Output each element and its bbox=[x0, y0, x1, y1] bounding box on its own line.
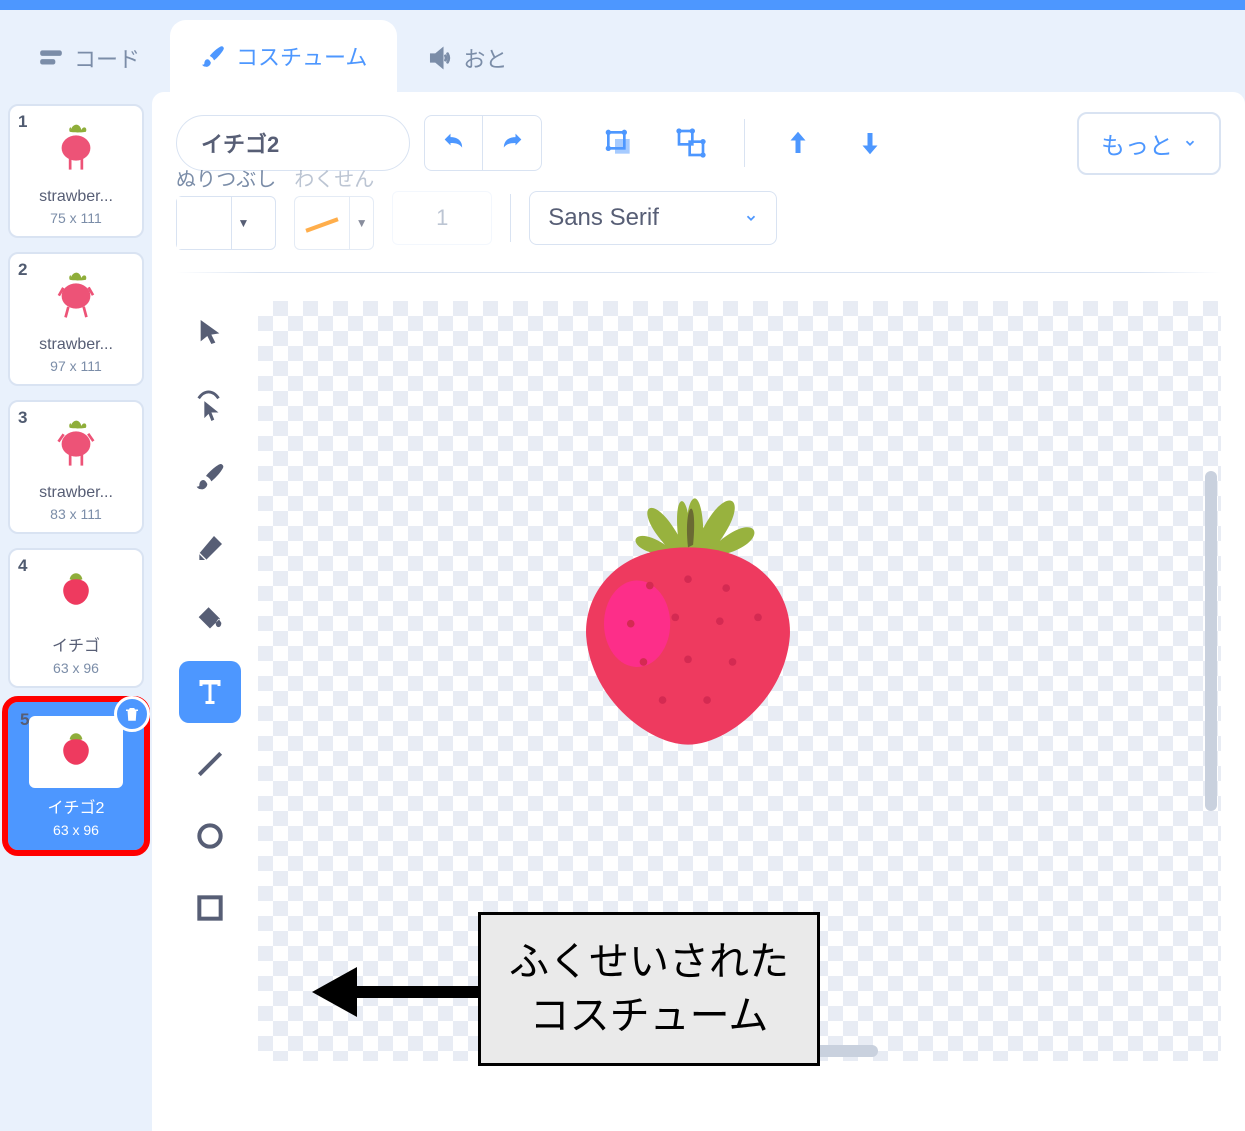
content-area: 1 strawber... 75 x 111 2 strawber... 97 … bbox=[0, 92, 1245, 1131]
font-name: Sans Serif bbox=[548, 204, 659, 232]
paintbrush-icon bbox=[194, 460, 226, 492]
costume-thumb bbox=[38, 558, 114, 626]
fill-swatch bbox=[177, 197, 231, 249]
costume-thumb bbox=[38, 262, 114, 330]
rectangle-tool[interactable] bbox=[179, 877, 241, 939]
costume-number: 5 bbox=[18, 710, 31, 730]
outline-label: わくせん bbox=[294, 163, 374, 192]
costume-item-5[interactable]: 5 イチゴ2 63 x 96 bbox=[8, 702, 144, 850]
costume-editor: もっと ぬりつぶし ▼ わくせん ▼ 1 Sa bbox=[152, 92, 1245, 1131]
redo-button[interactable] bbox=[483, 116, 541, 170]
outline-swatch bbox=[295, 197, 349, 249]
bucket-icon bbox=[193, 603, 227, 637]
costume-dims: 63 x 96 bbox=[53, 660, 99, 676]
more-button[interactable]: もっと bbox=[1077, 112, 1221, 175]
tab-costumes-label: コスチューム bbox=[236, 40, 367, 72]
tab-sounds[interactable]: おと bbox=[397, 24, 537, 92]
backward-button[interactable] bbox=[841, 115, 899, 171]
canvas-sprite bbox=[558, 471, 818, 751]
costume-name: strawber... bbox=[39, 336, 113, 354]
fill-tool[interactable] bbox=[179, 589, 241, 651]
costume-item-1[interactable]: 1 strawber... 75 x 111 bbox=[8, 104, 144, 238]
callout-line2: コスチューム bbox=[509, 989, 789, 1043]
forward-icon bbox=[783, 128, 813, 158]
chevron-down-icon bbox=[744, 211, 758, 225]
callout-line1: ふくせいされた bbox=[509, 935, 789, 989]
chevron-down-icon bbox=[1183, 136, 1197, 150]
outline-dropdown[interactable]: ▼ bbox=[349, 197, 373, 249]
delete-costume-button[interactable] bbox=[114, 696, 150, 732]
tool-palette bbox=[176, 301, 244, 1061]
brush-tool[interactable] bbox=[179, 445, 241, 507]
costume-dims: 75 x 111 bbox=[50, 210, 102, 226]
costume-list: 1 strawber... 75 x 111 2 strawber... 97 … bbox=[0, 92, 152, 1131]
costume-item-3[interactable]: 3 strawber... 83 x 111 bbox=[8, 400, 144, 534]
annotation-arrow bbox=[312, 962, 492, 1022]
fill-label: ぬりつぶし bbox=[176, 163, 276, 192]
more-label: もっと bbox=[1101, 126, 1173, 161]
code-icon bbox=[38, 45, 64, 71]
separator bbox=[744, 119, 745, 167]
fill-dropdown[interactable]: ▼ bbox=[231, 197, 255, 249]
stroke-width-input[interactable]: 1 bbox=[392, 191, 492, 245]
tab-bar: コード コスチューム おと bbox=[0, 10, 1245, 92]
sound-icon bbox=[427, 45, 453, 71]
fill-color-picker[interactable]: ▼ bbox=[176, 196, 276, 250]
text-tool[interactable] bbox=[179, 661, 241, 723]
eraser-tool[interactable] bbox=[179, 517, 241, 579]
costume-thumb bbox=[38, 114, 114, 182]
ungroup-icon bbox=[675, 127, 707, 159]
eraser-icon bbox=[194, 532, 226, 564]
font-select[interactable]: Sans Serif bbox=[529, 191, 777, 245]
line-icon bbox=[194, 748, 226, 780]
costume-item-4[interactable]: 4 イチゴ 63 x 96 bbox=[8, 548, 144, 688]
line-tool[interactable] bbox=[179, 733, 241, 795]
separator bbox=[510, 194, 511, 242]
costume-thumb bbox=[38, 410, 114, 478]
tab-sounds-label: おと bbox=[463, 42, 507, 74]
undo-icon bbox=[440, 129, 468, 157]
select-tool[interactable] bbox=[179, 301, 241, 363]
arrow-cursor-icon bbox=[194, 316, 226, 348]
tab-code-label: コード bbox=[74, 42, 140, 74]
costume-item-2[interactable]: 2 strawber... 97 x 111 bbox=[8, 252, 144, 386]
group-button[interactable] bbox=[590, 115, 648, 171]
reshape-tool[interactable] bbox=[179, 373, 241, 435]
backward-icon bbox=[855, 128, 885, 158]
costume-dims: 97 x 111 bbox=[50, 358, 102, 374]
canvas-scrollbar-vertical[interactable] bbox=[1205, 471, 1217, 811]
redo-icon bbox=[498, 129, 526, 157]
undo-redo-group bbox=[424, 115, 542, 171]
annotation-callout: ふくせいされた コスチューム bbox=[478, 912, 820, 1066]
editor-toolbar-row2: ぬりつぶし ▼ わくせん ▼ 1 Sans Serif bbox=[176, 188, 1221, 248]
tab-code[interactable]: コード bbox=[8, 24, 170, 92]
square-icon bbox=[194, 892, 226, 924]
costume-dims: 63 x 96 bbox=[53, 822, 99, 838]
costume-name: イチゴ bbox=[52, 632, 100, 656]
divider bbox=[176, 272, 1221, 273]
costume-number: 1 bbox=[18, 112, 27, 132]
costume-number: 3 bbox=[18, 408, 27, 428]
costume-dims: 83 x 111 bbox=[50, 506, 102, 522]
tab-costumes[interactable]: コスチューム bbox=[170, 20, 397, 92]
costume-number: 2 bbox=[18, 260, 27, 280]
costume-name: strawber... bbox=[39, 484, 113, 502]
group-icon bbox=[603, 127, 635, 159]
text-icon bbox=[192, 674, 228, 710]
outline-color-picker[interactable]: ▼ bbox=[294, 196, 374, 250]
costume-number: 4 bbox=[18, 556, 27, 576]
ungroup-button[interactable] bbox=[662, 115, 720, 171]
trash-icon bbox=[123, 705, 141, 723]
circle-tool[interactable] bbox=[179, 805, 241, 867]
reshape-icon bbox=[193, 387, 227, 421]
undo-button[interactable] bbox=[425, 116, 483, 170]
app-topbar bbox=[0, 0, 1245, 10]
brush-icon bbox=[200, 43, 226, 69]
circle-icon bbox=[194, 820, 226, 852]
forward-button[interactable] bbox=[769, 115, 827, 171]
costume-name: イチゴ2 bbox=[48, 794, 105, 818]
costume-name: strawber... bbox=[39, 188, 113, 206]
costume-thumb bbox=[29, 716, 123, 788]
